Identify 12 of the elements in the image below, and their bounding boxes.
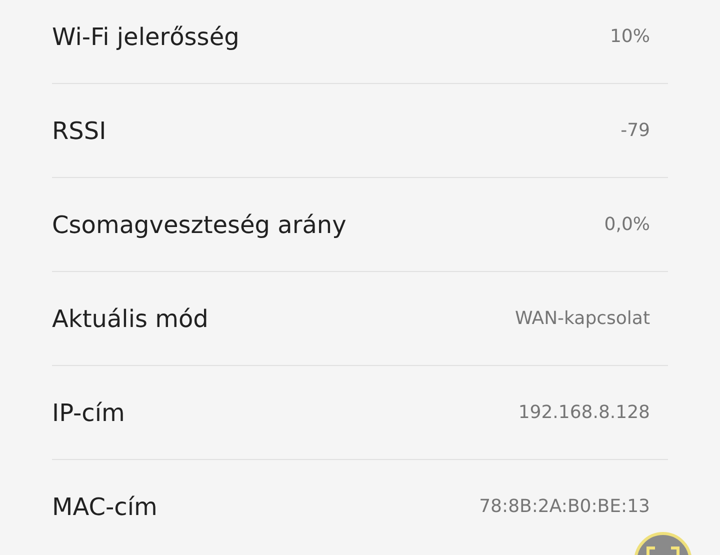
setting-value: WAN-kapcsolat [514,308,650,329]
setting-label: RSSI [52,116,106,144]
setting-label: Wi-Fi jelerősség [52,22,240,50]
setting-value: 78:8B:2A:B0:BE:13 [479,496,650,517]
setting-value: 10% [610,26,650,47]
setting-label: Csomagveszteség arány [52,210,346,238]
setting-value: 192.168.8.128 [518,402,650,423]
setting-label: Aktuális mód [52,304,208,332]
setting-value: 0,0% [604,214,650,235]
setting-label: MAC-cím [52,492,158,520]
setting-label: IP-cím [52,398,125,426]
setting-value: -79 [620,120,650,141]
